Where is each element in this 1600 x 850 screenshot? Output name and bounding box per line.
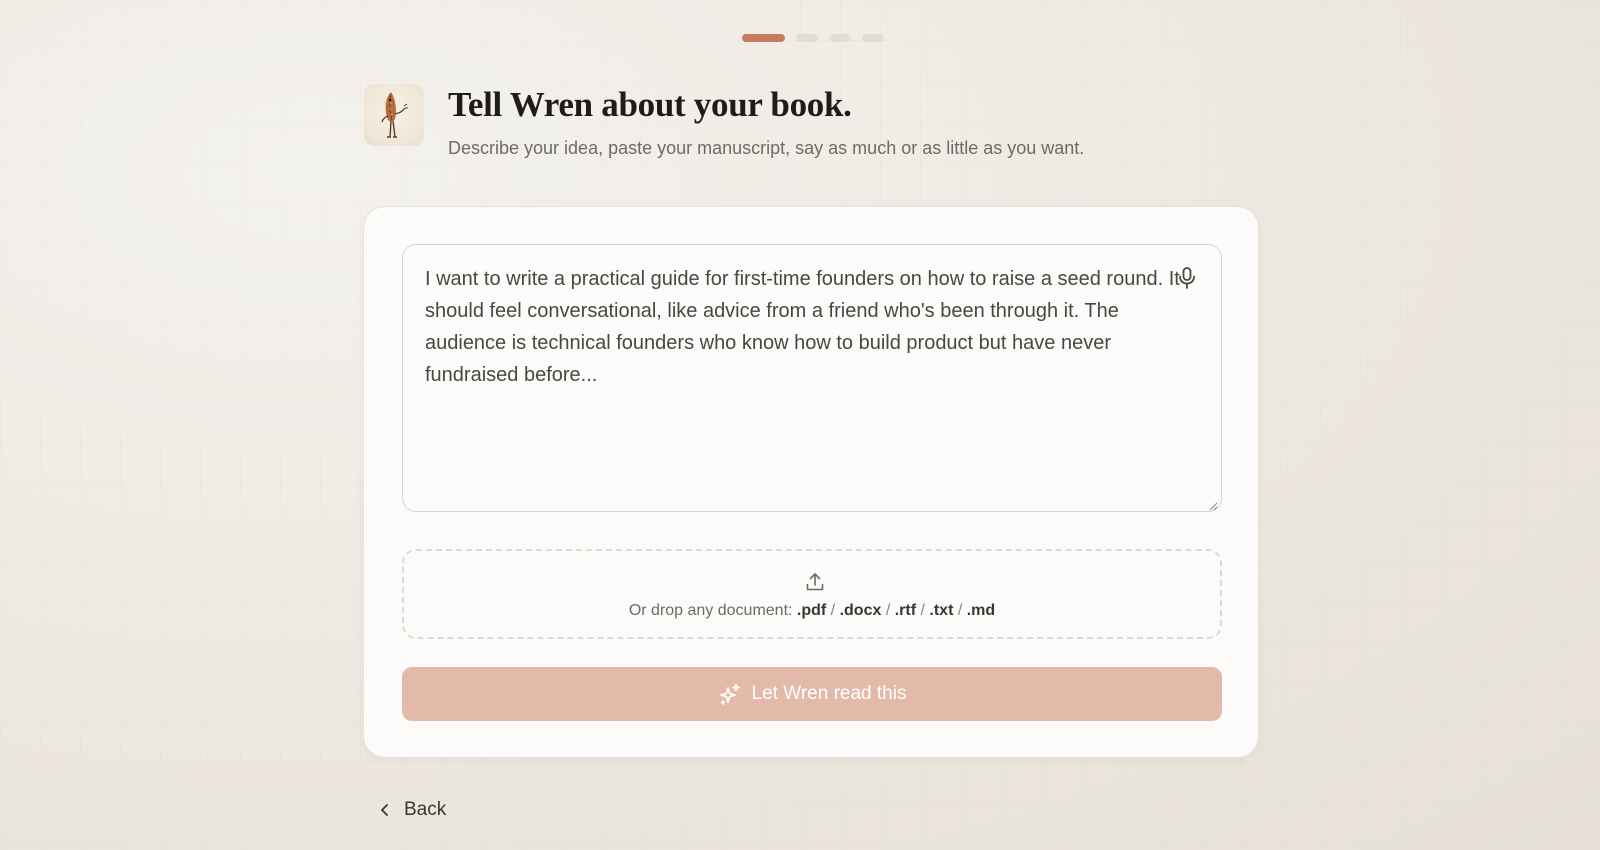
format-separator: / [881, 602, 895, 619]
microphone-icon[interactable] [1175, 265, 1199, 291]
back-label: Back [404, 799, 447, 820]
book-description-text[interactable]: I want to write a practical guide for fi… [425, 263, 1185, 391]
page-header: Tell Wren about your book. Describe your… [364, 84, 1264, 164]
format-md: .md [966, 602, 996, 619]
book-description-input[interactable]: I want to write a practical guide for fi… [402, 244, 1222, 512]
dropzone-label: Or drop any document: .pdf / .docx / .rt… [404, 601, 1220, 621]
step-progress [742, 34, 884, 42]
step-indicator-4 [862, 34, 884, 42]
format-pdf: .pdf [796, 602, 827, 619]
page-title: Tell Wren about your book. [448, 85, 852, 124]
format-docx: .docx [839, 602, 882, 619]
format-separator: / [916, 602, 930, 619]
let-wren-read-label: Let Wren read this [751, 683, 907, 704]
step-indicator-2 [796, 34, 818, 42]
document-dropzone[interactable]: Or drop any document: .pdf / .docx / .rt… [402, 549, 1222, 639]
page-subtitle: Describe your idea, paste your manuscrip… [448, 138, 1085, 158]
step-indicator-1 [742, 34, 785, 42]
back-button[interactable]: Back [378, 799, 446, 821]
upload-icon [804, 571, 826, 593]
format-rtf: .rtf [894, 602, 917, 619]
chevron-left-icon [378, 802, 392, 818]
format-separator: / [953, 602, 967, 619]
resize-handle-icon[interactable] [1208, 498, 1218, 511]
format-separator: / [826, 602, 840, 619]
let-wren-read-button[interactable]: Let Wren read this [402, 667, 1222, 721]
book-input-card: I want to write a practical guide for fi… [363, 206, 1259, 758]
sparkles-icon [718, 682, 742, 706]
step-indicator-3 [829, 34, 851, 42]
dropzone-prefix: Or drop any document: [628, 602, 793, 619]
format-txt: .txt [929, 602, 954, 619]
quill-bird-mascot-icon [364, 84, 424, 146]
